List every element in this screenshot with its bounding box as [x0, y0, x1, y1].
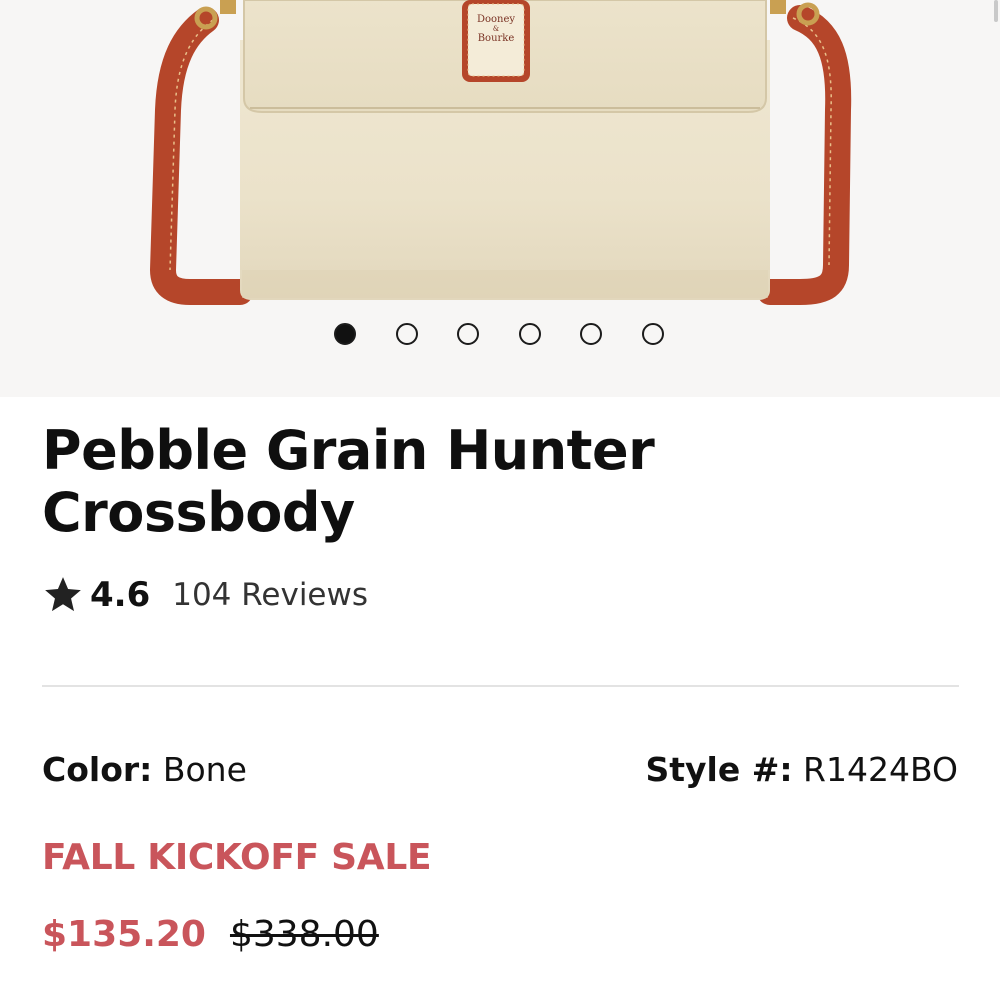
- price-row: $135.20 $338.00: [42, 908, 379, 960]
- gallery-dot[interactable]: [641, 323, 664, 345]
- reviews-link[interactable]: 104 Reviews: [172, 577, 368, 613]
- rating-value: 4.6: [90, 575, 151, 615]
- sale-label: FALL KICKOFF SALE: [42, 837, 432, 878]
- style-info: Style #: R1424BO: [645, 748, 958, 792]
- scroll-indicator[interactable]: [994, 0, 998, 22]
- brand-logo-line: Dooney: [476, 14, 516, 25]
- sale-price: $135.20: [42, 913, 206, 955]
- divider: [42, 685, 959, 687]
- original-price: $338.00: [229, 913, 379, 955]
- brand-logo-line: Bourke: [477, 33, 515, 44]
- gallery-dot[interactable]: [395, 323, 418, 345]
- gallery-dot[interactable]: [334, 323, 356, 345]
- brand-logo-label: Dooney & Bourke: [468, 14, 524, 44]
- style-value: R1424BO: [803, 750, 958, 789]
- gallery-pagination: [334, 321, 664, 347]
- rating-summary[interactable]: 4.6 104 Reviews: [42, 572, 368, 618]
- product-title: Pebble Grain Hunter Crossbody: [42, 419, 655, 544]
- style-label: Style #:: [645, 750, 793, 789]
- color-value: Bone: [162, 750, 247, 789]
- color-label: Color:: [42, 750, 153, 789]
- product-page: Dooney & Bourke Pebble Grain Hunter Cros…: [0, 0, 1000, 1000]
- star-icon: [45, 577, 81, 612]
- brand-logo-line: &: [492, 25, 500, 33]
- product-image-gallery[interactable]: Dooney & Bourke: [0, 0, 1000, 397]
- gallery-dot[interactable]: [580, 323, 602, 345]
- gallery-dot[interactable]: [457, 323, 479, 345]
- gallery-dot[interactable]: [518, 323, 541, 345]
- color-info: Color: Bone: [42, 748, 247, 792]
